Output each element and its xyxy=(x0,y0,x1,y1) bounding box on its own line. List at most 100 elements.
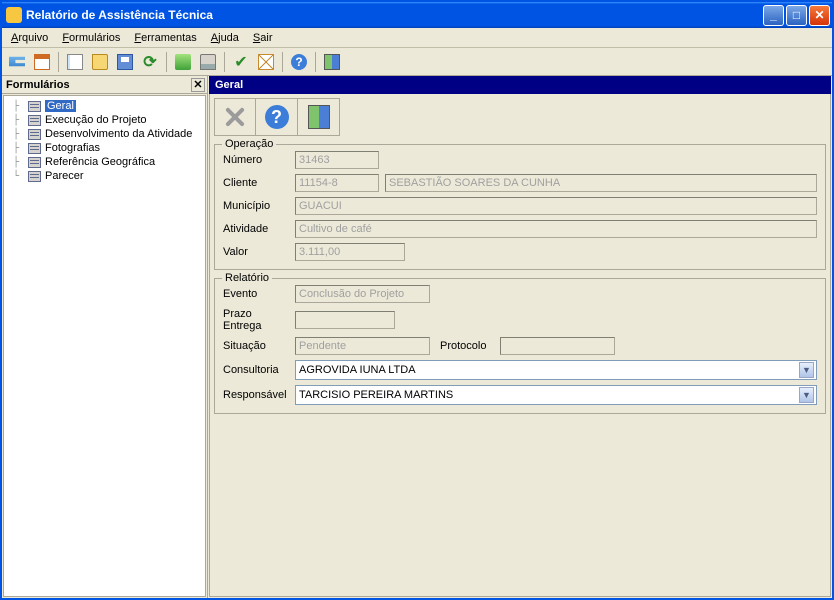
open-icon xyxy=(92,54,108,70)
body: Formulários ✕ ├ Geral ├ Execução do Proj… xyxy=(2,76,832,598)
tree-branch-icon: ├ xyxy=(8,115,24,126)
toolbar: ⟳ ✔ ? xyxy=(2,48,832,76)
new-icon xyxy=(67,54,83,70)
tree-branch-icon: ├ xyxy=(8,129,24,140)
titlebar: Relatório de Assistência Técnica _ □ ✕ xyxy=(2,2,832,28)
separator xyxy=(224,52,225,72)
help-icon: ? xyxy=(265,105,289,129)
help-icon: ? xyxy=(291,54,307,70)
menu-ajuda[interactable]: Ajuda xyxy=(204,30,246,46)
minimize-button[interactable]: _ xyxy=(763,5,784,26)
field-cliente-nome: SEBASTIÃO SOARES DA CUNHA xyxy=(385,174,817,192)
tree-branch-icon: └ xyxy=(8,171,24,182)
menu-arquivo[interactable]: Arquivo xyxy=(4,30,55,46)
form-icon xyxy=(28,157,41,168)
calendar-icon xyxy=(34,54,50,70)
close-button[interactable]: ✕ xyxy=(809,5,830,26)
sidebar-close-button[interactable]: ✕ xyxy=(191,78,205,92)
help-button[interactable]: ? xyxy=(288,51,310,73)
tree-item-parecer[interactable]: └ Parecer xyxy=(6,169,203,183)
cancel-button[interactable] xyxy=(214,98,256,136)
help-panel-button[interactable]: ? xyxy=(256,98,298,136)
label-protocolo: Protocolo xyxy=(440,340,500,352)
field-protocolo xyxy=(500,337,615,355)
tree-item-execucao[interactable]: ├ Execução do Projeto xyxy=(6,113,203,127)
sidebar-header: Formulários ✕ xyxy=(2,76,207,94)
field-valor: 3.111,00 xyxy=(295,243,405,261)
save-icon xyxy=(117,54,133,70)
tree-label: Desenvolvimento da Atividade xyxy=(45,128,192,140)
export-button[interactable] xyxy=(172,51,194,73)
mail-icon xyxy=(258,54,274,70)
open-button[interactable] xyxy=(89,51,111,73)
sidebar: Formulários ✕ ├ Geral ├ Execução do Proj… xyxy=(2,76,208,598)
calendar-button[interactable] xyxy=(31,51,53,73)
separator xyxy=(315,52,316,72)
tree-label: Execução do Projeto xyxy=(45,114,147,126)
label-municipio: Município xyxy=(223,200,295,212)
exit-icon xyxy=(324,54,340,70)
label-valor: Valor xyxy=(223,246,295,258)
save-button[interactable] xyxy=(114,51,136,73)
label-consultoria: Consultoria xyxy=(223,364,295,376)
tree-label: Referência Geográfica xyxy=(45,156,155,168)
mail-button[interactable] xyxy=(255,51,277,73)
tree-button[interactable] xyxy=(6,51,28,73)
form-icon xyxy=(28,101,41,112)
tree-item-geral[interactable]: ├ Geral xyxy=(6,99,203,113)
maximize-button[interactable]: □ xyxy=(786,5,807,26)
print-icon xyxy=(200,54,216,70)
label-atividade: Atividade xyxy=(223,223,295,235)
form-tree: ├ Geral ├ Execução do Projeto ├ Desenvol… xyxy=(3,95,206,597)
print-button[interactable] xyxy=(197,51,219,73)
separator xyxy=(166,52,167,72)
label-prazo: Prazo Entrega xyxy=(223,308,295,332)
field-municipio: GUACUI xyxy=(295,197,817,215)
separator xyxy=(282,52,283,72)
group-relatorio: Relatório Evento Conclusão do Projeto Pr… xyxy=(214,278,826,414)
label-cliente: Cliente xyxy=(223,177,295,189)
form-icon xyxy=(28,129,41,140)
panel-title: Geral xyxy=(209,76,831,94)
menu-formularios[interactable]: Formulários xyxy=(55,30,127,46)
tree-label: Fotografias xyxy=(45,142,100,154)
window-controls: _ □ ✕ xyxy=(763,5,830,26)
tree-item-referencia[interactable]: ├ Referência Geográfica xyxy=(6,155,203,169)
field-prazo xyxy=(295,311,395,329)
check-button[interactable]: ✔ xyxy=(230,51,252,73)
form-icon xyxy=(28,143,41,154)
label-responsavel: Responsável xyxy=(223,389,295,401)
field-situacao: Pendente xyxy=(295,337,430,355)
window-title: Relatório de Assistência Técnica xyxy=(26,8,763,22)
menu-ferramentas[interactable]: Ferramentas xyxy=(127,30,203,46)
label-numero: Número xyxy=(223,154,295,166)
door-icon xyxy=(308,105,330,129)
panel-toolbar: ? xyxy=(214,98,826,136)
menubar: Arquivo Formulários Ferramentas Ajuda Sa… xyxy=(2,28,832,48)
field-evento: Conclusão do Projeto xyxy=(295,285,430,303)
exit-button[interactable] xyxy=(321,51,343,73)
separator xyxy=(58,52,59,72)
tree-label: Geral xyxy=(45,100,76,112)
close-panel-button[interactable] xyxy=(298,98,340,136)
tree-label: Parecer xyxy=(45,170,84,182)
tree-item-fotografias[interactable]: ├ Fotografias xyxy=(6,141,203,155)
combo-consultoria[interactable]: AGROVIDA IUNA LTDA ▼ xyxy=(295,360,817,380)
new-button[interactable] xyxy=(64,51,86,73)
refresh-button[interactable]: ⟳ xyxy=(139,51,161,73)
menu-sair[interactable]: Sair xyxy=(246,30,280,46)
check-icon: ✔ xyxy=(233,54,249,70)
combo-responsavel[interactable]: TARCISIO PEREIRA MARTINS ▼ xyxy=(295,385,817,405)
field-atividade: Cultivo de café xyxy=(295,220,817,238)
field-cliente-cod: 11154-8 xyxy=(295,174,379,192)
sidebar-title: Formulários xyxy=(6,79,70,91)
form-icon xyxy=(28,171,41,182)
legend-operacao: Operação xyxy=(222,138,276,150)
app-icon xyxy=(6,7,22,23)
tree-branch-icon: ├ xyxy=(8,101,24,112)
content: Geral ? Operação Número 31463 Cliente xyxy=(208,76,832,598)
group-operacao: Operação Número 31463 Cliente 11154-8 SE… xyxy=(214,144,826,270)
refresh-icon: ⟳ xyxy=(142,54,158,70)
tree-item-desenvolvimento[interactable]: ├ Desenvolvimento da Atividade xyxy=(6,127,203,141)
app-window: Relatório de Assistência Técnica _ □ ✕ A… xyxy=(0,0,834,600)
